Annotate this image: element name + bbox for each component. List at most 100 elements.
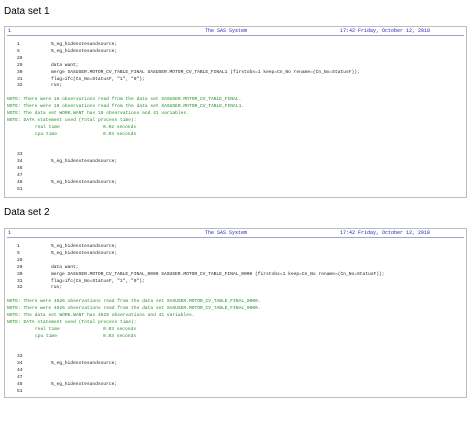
log-code-line: 29 data want; (5, 63, 466, 69)
line-number: 5 (17, 48, 20, 54)
log-header: 1 The SAS System 17:42 Friday, October 1… (5, 27, 466, 37)
log-code-line: 28 (5, 56, 466, 62)
line-number: 1 (17, 244, 20, 249)
log-code-line: 28 (5, 258, 466, 264)
log-note-line: NOTE: DATA statement used (Total process… (5, 118, 466, 124)
line-number: 32 (17, 83, 23, 89)
code-text: data want; (51, 62, 79, 68)
log-code-line: 5 %_eg_hidenotesandsource; (5, 49, 466, 55)
log-code-line: 5 %_eg_hidenotesandsource; (5, 251, 466, 257)
note-text: NOTE: There were 16 observations read fr… (7, 97, 242, 103)
line-number: 47 (17, 375, 23, 381)
note-text: NOTE: DATA statement used (Total process… (7, 117, 137, 123)
log-header: 1 The SAS System 17:42 Friday, October 1… (5, 229, 466, 239)
log-note-line: NOTE: There were 4626 observations read … (5, 299, 466, 305)
line-number: 32 (17, 285, 23, 291)
log-code-line: 34 %_eg_hidenotesandsource; (5, 361, 466, 367)
note-text: NOTE: The data set WORK.WANT has 16 obse… (7, 111, 189, 116)
code-text: %_eg_hidenotesandsource; (51, 159, 118, 165)
log-code-line: 48 %_eg_hidenotesandsource; (5, 382, 466, 388)
code-text: %_eg_hidenotesandsource; (51, 42, 118, 47)
timing-label: cpu time (35, 333, 58, 339)
line-number: 31 (17, 76, 23, 82)
log-page-number: 1 (8, 28, 12, 34)
code-text: merge SASUSER.MOTOR_CV_TABLE_FINAL_0000 … (51, 271, 385, 277)
line-number: 48 (17, 382, 23, 387)
line-number: 33 (17, 152, 23, 158)
timing-value: 0.02 seconds (103, 124, 137, 130)
log-code-line: 1 %_eg_hidenotesandsource; (5, 42, 466, 48)
log-note-line: NOTE: The data set WORK.WANT has 4626 ob… (5, 313, 466, 319)
log-header-title: The SAS System (205, 230, 248, 236)
log-page-number: 1 (8, 230, 12, 236)
log-code-line: 48 %_eg_hidenotesandsource; (5, 180, 466, 186)
log-blank-line (5, 341, 466, 347)
line-number: 48 (17, 180, 23, 185)
log-code-line: 1 %_eg_hidenotesandsource; (5, 244, 466, 250)
log-code-line: 31 flag=ifc(Cn_No=StatusF, "1", "0"); (5, 279, 466, 285)
code-text: %_eg_hidenotesandsource; (51, 382, 118, 387)
code-text: merge SASUSER.MOTOR_CV_TABLE_FINAL SASUS… (51, 69, 360, 75)
line-number: 44 (17, 368, 23, 374)
log-blank-line (5, 146, 466, 152)
code-text: run; (51, 83, 63, 89)
code-text: %_eg_hidenotesandsource; (51, 180, 118, 185)
code-text: %_eg_hidenotesandsource; (51, 250, 118, 256)
section-title-1: Data set 1 (4, 6, 50, 17)
note-text: NOTE: DATA statement used (Total process… (7, 319, 137, 325)
log-note-line: NOTE: There were 16 observations read fr… (5, 97, 466, 103)
log-timing-line: cpu time 0.03 seconds (5, 334, 466, 340)
line-number: 29 (17, 264, 23, 270)
timing-value: 0.03 seconds (103, 131, 137, 137)
log-code-line: 47 (5, 375, 466, 381)
section-title-2: Data set 2 (4, 207, 50, 218)
log-code-line: 30 merge SASUSER.MOTOR_CV_TABLE_FINAL SAS… (5, 70, 466, 76)
log-note-line: NOTE: There were 16 observations read fr… (5, 104, 466, 110)
log-code-line: 44 (5, 368, 466, 374)
line-number: 51 (17, 388, 23, 394)
line-number: 31 (17, 278, 23, 284)
code-text: flag=ifc(Cn_No=StatusF, "1", "0"); (51, 76, 145, 82)
code-text: data want; (51, 264, 79, 270)
log-code-line: 30 merge SASUSER.MOTOR_CV_TABLE_FINAL_000… (5, 272, 466, 278)
timing-value: 0.03 seconds (103, 333, 137, 339)
sas-log-panel-1[interactable]: 1 The SAS System 17:42 Friday, October 1… (4, 26, 467, 198)
timing-label: cpu time (35, 131, 58, 137)
log-code-line: 47 (5, 173, 466, 179)
log-code-line: 32 run; (5, 285, 466, 291)
code-text: flag=ifc(Cn_No=StatusF, "1", "0"); (51, 278, 145, 284)
line-number: 1 (17, 42, 20, 47)
header-divider (7, 237, 464, 238)
timing-value: 0.03 seconds (103, 326, 137, 332)
log-code-line: 31 flag=ifc(Cn_No=StatusF, "1", "0"); (5, 77, 466, 83)
line-number: 46 (17, 166, 23, 172)
line-number: 5 (17, 250, 20, 256)
note-text: NOTE: There were 4626 observations read … (7, 306, 261, 312)
line-number: 51 (17, 186, 23, 192)
note-text: NOTE: The data set WORK.WANT has 4626 ob… (7, 313, 195, 318)
line-number: 34 (17, 159, 23, 165)
line-number: 29 (17, 62, 23, 68)
timing-label: real time (35, 124, 60, 130)
log-blank-line (5, 139, 466, 145)
log-code-line: 46 (5, 166, 466, 172)
sas-log-panel-2[interactable]: 1 The SAS System 17:42 Friday, October 1… (4, 228, 467, 398)
header-divider (7, 35, 464, 36)
line-number: 34 (17, 361, 23, 367)
log-code-line: 29 data want; (5, 265, 466, 271)
log-timing-line: real time 0.02 seconds (5, 125, 466, 131)
log-note-line: NOTE: DATA statement used (Total process… (5, 320, 466, 326)
line-number: 30 (17, 69, 23, 75)
log-code-line: 33 (5, 354, 466, 360)
line-number: 33 (17, 354, 23, 360)
timing-label: real time (35, 326, 60, 332)
log-note-line: NOTE: The data set WORK.WANT has 16 obse… (5, 111, 466, 117)
log-header-datetime: 17:42 Friday, October 12, 2018 (339, 28, 430, 34)
line-number: 28 (17, 55, 23, 61)
log-code-line: 51 (5, 389, 466, 395)
log-header-title: The SAS System (205, 28, 248, 34)
log-blank-line (5, 292, 466, 298)
code-text: run; (51, 285, 63, 291)
log-code-line: 32 run; (5, 83, 466, 89)
code-text: %_eg_hidenotesandsource; (51, 244, 118, 249)
